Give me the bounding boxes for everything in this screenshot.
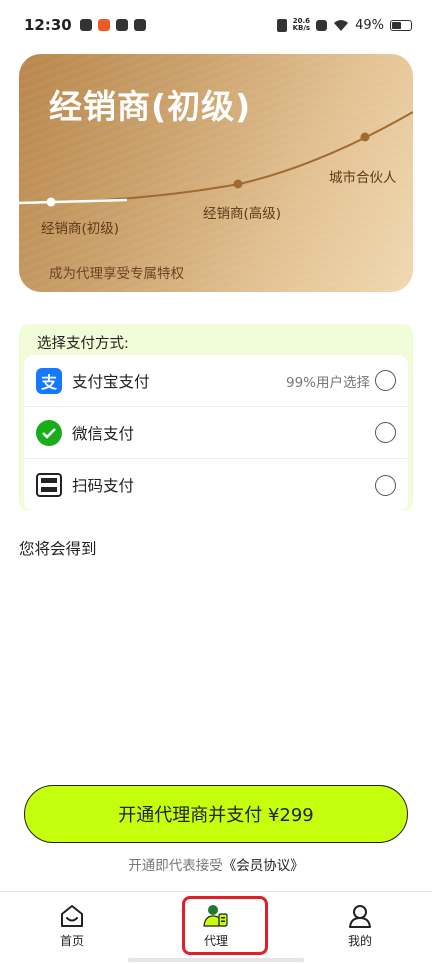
mail-icon — [115, 19, 128, 31]
net-speed-unit: KB/s — [292, 24, 311, 32]
tier-level-partner: 城市合伙人 — [329, 170, 397, 186]
tier-level-senior: 经销商(高级) — [203, 206, 282, 222]
payment-options: 支 支付宝支付 99%用户选择 微信支付 扫码支付 — [24, 355, 408, 511]
message-icon — [79, 19, 92, 31]
tier-card: 经销商(初级) 经销商(初级) 经销商(高级) 城市合伙人 成为代理享受专属特权 — [19, 54, 413, 292]
payment-section: 选择支付方式: 支 支付宝支付 99%用户选择 微信支付 扫码支付 — [19, 324, 413, 511]
status-bar: 12:30 20.6 KB/s 49% — [0, 0, 432, 50]
status-time: 12:30 — [24, 16, 72, 34]
wifi-icon — [334, 19, 349, 31]
status-left: 12:30 — [24, 16, 146, 34]
tier-progress-segment — [19, 198, 128, 205]
battery-icon — [390, 19, 412, 31]
scan-icon — [36, 472, 62, 498]
tier-title: 经销商(初级) — [49, 87, 252, 126]
home-icon — [61, 905, 83, 927]
home-indicator[interactable] — [128, 958, 304, 962]
payment-option-wechat[interactable]: 微信支付 — [24, 407, 408, 459]
vibrate-icon — [276, 18, 287, 32]
agreement-link[interactable]: 《会员协议》 — [223, 858, 304, 874]
tab-label: 我的 — [347, 934, 372, 948]
tab-home[interactable]: 首页 — [32, 904, 112, 949]
payment-option-name: 微信支付 — [72, 424, 135, 443]
tier-node-senior — [233, 179, 243, 189]
scan-radio[interactable] — [375, 474, 396, 496]
tab-label: 首页 — [59, 934, 84, 948]
tier-node-partner — [360, 132, 370, 142]
payment-header: 选择支付方式: — [37, 336, 129, 352]
payment-option-note: 99%用户选择 — [285, 374, 370, 391]
tier-level-junior: 经销商(初级) — [41, 221, 120, 237]
payment-option-scan[interactable]: 扫码支付 — [24, 459, 408, 511]
benefits-title: 您将会得到 — [19, 540, 97, 558]
wechat-icon — [36, 419, 62, 446]
agreement-prefix: 开通即代表接受 — [128, 858, 223, 874]
wechat-radio[interactable] — [375, 422, 396, 443]
user-icon — [349, 905, 371, 928]
payment-option-name: 扫码支付 — [72, 477, 135, 495]
net-speed: 20.6 KB/s — [293, 18, 310, 32]
app-notification-icon — [97, 19, 110, 31]
tier-subtitle: 成为代理享受专属特权 — [49, 266, 184, 282]
tab-agent-highlight-box — [182, 896, 268, 955]
no-sim-icon — [316, 19, 328, 31]
payment-option-alipay[interactable]: 支 支付宝支付 99%用户选择 — [24, 355, 408, 407]
pay-button[interactable]: 开通代理商并支付 ¥299 — [24, 785, 408, 843]
agreement-text: 开通即代表接受《会员协议》 — [0, 854, 432, 874]
battery-percent: 49% — [355, 17, 384, 33]
alipay-radio[interactable] — [375, 370, 396, 391]
alipay-icon: 支 — [36, 367, 62, 394]
more-notification-icon — [133, 19, 146, 31]
payment-option-name: 支付宝支付 — [72, 372, 150, 391]
tier-node-current — [46, 197, 56, 207]
status-right: 20.6 KB/s 49% — [276, 17, 412, 33]
tab-mine[interactable]: 我的 — [320, 904, 400, 949]
